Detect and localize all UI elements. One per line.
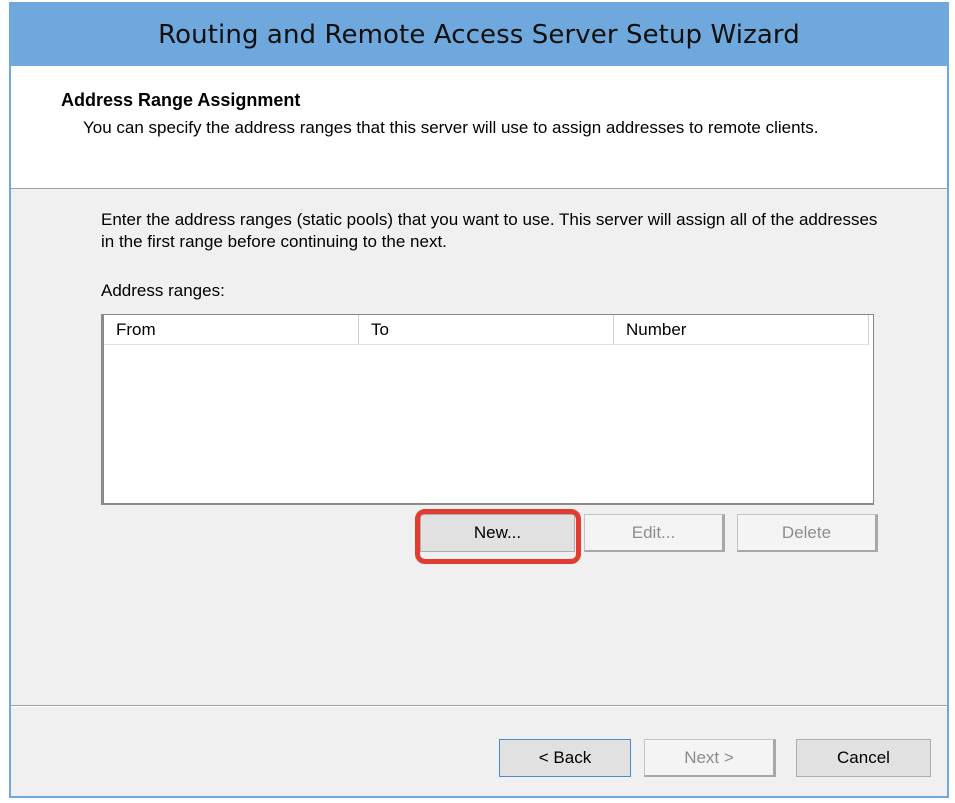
- list-header: From To Number: [104, 315, 873, 345]
- wizard-window: Routing and Remote Access Server Setup W…: [9, 2, 949, 798]
- window-title: Routing and Remote Access Server Setup W…: [158, 20, 800, 50]
- column-header-from[interactable]: From: [104, 315, 359, 345]
- new-range-button[interactable]: New...: [420, 514, 575, 552]
- back-button[interactable]: < Back: [499, 739, 631, 777]
- column-header-to[interactable]: To: [359, 315, 614, 345]
- edit-range-button[interactable]: Edit...: [584, 514, 725, 552]
- page-title: Address Range Assignment: [61, 90, 301, 110]
- page-description: You can specify the address ranges that …: [83, 118, 819, 137]
- address-ranges-label: Address ranges:: [101, 281, 225, 300]
- address-ranges-list[interactable]: From To Number: [101, 314, 874, 505]
- footer-separator: [11, 705, 947, 707]
- instructions-text: Enter the address ranges (static pools) …: [101, 210, 878, 251]
- title-bar[interactable]: Routing and Remote Access Server Setup W…: [11, 4, 947, 66]
- wizard-header: Address Range Assignment You can specify…: [11, 66, 947, 189]
- delete-range-button[interactable]: Delete: [737, 514, 878, 552]
- next-button[interactable]: Next >: [644, 739, 776, 777]
- cancel-button[interactable]: Cancel: [796, 739, 931, 777]
- column-header-number[interactable]: Number: [614, 315, 869, 345]
